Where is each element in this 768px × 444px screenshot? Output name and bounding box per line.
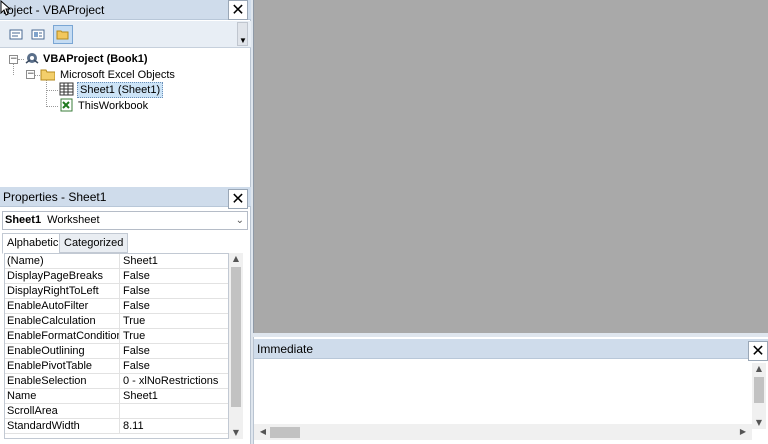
tree-connector <box>46 80 47 107</box>
property-row[interactable]: DisplayRightToLeft False <box>5 284 228 299</box>
property-name: EnablePivotTable <box>5 359 120 374</box>
tab-categorized[interactable]: Categorized <box>59 233 129 253</box>
code-workspace[interactable] <box>253 0 768 333</box>
project-panel-title: roject - VBAProject <box>0 0 251 20</box>
tree-connector <box>46 90 58 91</box>
tree-item-sheet1[interactable]: Sheet1 (Sheet1) <box>77 82 164 98</box>
immediate-close-button[interactable]: ✕ <box>748 341 768 361</box>
property-value[interactable]: False <box>121 344 228 359</box>
property-row[interactable]: ScrollArea <box>5 404 228 419</box>
property-name: (Name) <box>5 254 120 269</box>
tree-connector <box>13 64 14 75</box>
tree-collapse-toggle[interactable]: − <box>26 70 35 79</box>
object-name: Sheet1 <box>5 214 42 226</box>
worksheet-icon <box>59 82 74 96</box>
workbook-icon <box>60 98 73 112</box>
tree-item-vbaproject[interactable]: VBAProject (Book1) <box>43 51 148 67</box>
scroll-up-icon[interactable]: ▲ <box>229 253 243 265</box>
scroll-down-icon[interactable]: ▼ <box>229 427 243 439</box>
view-code-button[interactable] <box>6 25 26 44</box>
property-row[interactable]: EnablePivotTable False <box>5 359 228 374</box>
properties-panel-title: Properties - Sheet1 <box>0 187 251 207</box>
property-name: ScrollArea <box>5 404 120 419</box>
tree-connector <box>46 106 58 107</box>
property-value[interactable]: False <box>121 284 228 299</box>
project-explorer-panel: roject - VBAProject ✕ ▼ − VBAProject (Bo… <box>0 0 251 187</box>
chevron-down-icon: ⌄ <box>235 215 244 226</box>
object-type: Worksheet <box>47 214 100 226</box>
property-row[interactable]: EnableFormatConditionsCTrue <box>5 329 228 344</box>
folder-icon <box>40 69 55 81</box>
immediate-input-area[interactable] <box>254 363 752 427</box>
property-value[interactable]: True <box>121 314 228 329</box>
object-dropdown[interactable]: Sheet1 Worksheet ⌄ <box>2 211 248 230</box>
vba-project-icon <box>25 53 39 64</box>
property-name: EnableCalculation <box>5 314 120 329</box>
chevron-down-icon: ▼ <box>239 36 247 45</box>
property-row[interactable]: DisplayPageBreaks False <box>5 269 228 284</box>
toggle-folders-icon <box>56 30 69 40</box>
property-name: DisplayRightToLeft <box>5 284 120 299</box>
property-row[interactable]: EnableAutoFilter False <box>5 299 228 314</box>
scroll-right-icon[interactable]: ▶ <box>736 426 750 438</box>
property-row[interactable]: EnableSelection 0 - xlNoRestrictions <box>5 374 228 389</box>
mouse-cursor-icon <box>0 0 12 16</box>
view-object-icon <box>31 29 45 40</box>
property-name: EnableAutoFilter <box>5 299 120 314</box>
property-row[interactable]: EnableCalculation True <box>5 314 228 329</box>
property-row[interactable]: EnableOutlining False <box>5 344 228 359</box>
property-value[interactable]: 0 - xlNoRestrictions <box>121 374 228 389</box>
view-code-icon <box>9 29 23 40</box>
property-value[interactable] <box>121 404 228 419</box>
tree-item-thisworkbook[interactable]: ThisWorkbook <box>78 98 148 114</box>
project-close-button[interactable]: ✕ <box>228 0 248 20</box>
property-name: EnableFormatConditionsC <box>5 329 120 344</box>
property-name: EnableSelection <box>5 374 120 389</box>
property-value[interactable]: False <box>121 359 228 374</box>
immediate-hscrollbar[interactable]: ◀ ▶ <box>254 424 752 440</box>
scroll-thumb[interactable] <box>270 427 300 438</box>
property-value[interactable]: True <box>121 329 228 344</box>
toggle-folders-button[interactable] <box>53 25 73 44</box>
property-value[interactable]: 8.11 <box>121 419 228 434</box>
scroll-left-icon[interactable]: ◀ <box>256 426 270 438</box>
toolbar-overflow-button[interactable]: ▼ <box>237 22 248 46</box>
property-row[interactable]: StandardWidth 8.11 <box>5 419 228 434</box>
project-toolbar <box>0 21 251 48</box>
property-name: EnableOutlining <box>5 344 120 359</box>
property-value[interactable]: Sheet1 <box>121 389 228 404</box>
tree-item-excel-objects[interactable]: Microsoft Excel Objects <box>60 67 175 83</box>
properties-panel: Properties - Sheet1 ✕ Sheet1 Worksheet ⌄… <box>0 187 251 444</box>
property-name: StandardWidth <box>5 419 120 434</box>
property-grid: (Name) Sheet1 DisplayPageBreaks False Disp… <box>4 253 229 439</box>
scroll-thumb[interactable] <box>231 267 241 407</box>
immediate-panel: Immediate ✕ ▲ ▼ ◀ ▶ <box>253 337 768 444</box>
property-name: DisplayPageBreaks <box>5 269 120 284</box>
immediate-panel-title: Immediate <box>254 339 768 359</box>
property-row[interactable]: (Name) Sheet1 <box>5 254 228 269</box>
properties-close-button[interactable]: ✕ <box>228 189 248 209</box>
property-row[interactable]: Name Sheet1 <box>5 389 228 404</box>
property-name: Name <box>5 389 120 404</box>
scroll-down-icon[interactable]: ▼ <box>752 417 766 429</box>
scroll-up-icon[interactable]: ▲ <box>752 363 766 375</box>
view-object-button[interactable] <box>28 25 48 44</box>
project-tree: − VBAProject (Book1) − Microsoft Excel O… <box>0 49 248 185</box>
scroll-thumb[interactable] <box>754 377 764 403</box>
property-value[interactable]: False <box>121 299 228 314</box>
tab-alphabetic[interactable]: Alphabetic <box>2 233 64 254</box>
properties-scrollbar[interactable]: ▲ ▼ <box>229 253 243 439</box>
tree-collapse-toggle[interactable]: − <box>9 55 18 64</box>
immediate-vscrollbar[interactable]: ▲ ▼ <box>752 363 766 429</box>
property-value[interactable]: Sheet1 <box>121 254 228 269</box>
property-value[interactable]: False <box>121 269 228 284</box>
